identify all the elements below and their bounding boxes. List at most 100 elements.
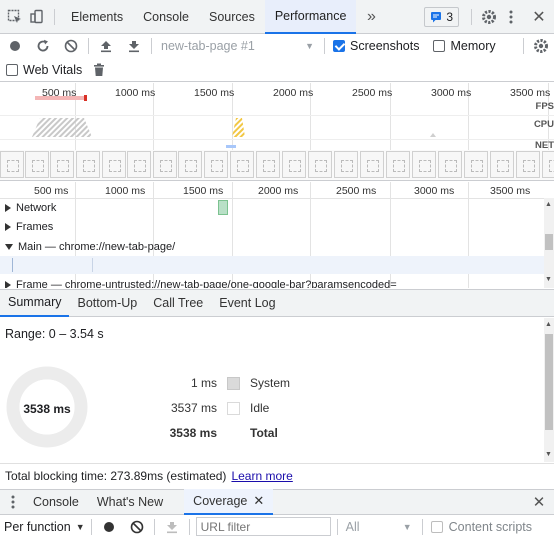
toolbar-divider <box>336 518 338 535</box>
screenshot-thumbnail[interactable] <box>102 151 126 178</box>
screenshot-thumbnail[interactable] <box>50 151 74 178</box>
close-devtools-icon[interactable]: ✕ <box>528 6 550 28</box>
overview-ruler-label: 2500 ms <box>352 87 393 99</box>
load-profile-upload-icon[interactable] <box>95 35 117 57</box>
drawer-tab-coverage[interactable]: Coverage ✕ <box>184 489 274 515</box>
screenshot-thumbnail[interactable] <box>334 151 358 178</box>
blocking-time-bar: Total blocking time: 273.89ms (estimated… <box>0 463 554 487</box>
timeline-ruler-label: 500 ms <box>34 185 69 197</box>
expand-triangle-icon <box>5 280 11 288</box>
legend-value: 1 ms <box>190 376 217 390</box>
tab-elements[interactable]: Elements <box>61 0 133 34</box>
timeline-ruler-label: 2000 ms <box>258 185 299 197</box>
screenshot-thumbnail[interactable] <box>256 151 280 178</box>
capture-settings-gear-icon[interactable] <box>530 35 552 57</box>
tab-call-tree[interactable]: Call Tree <box>145 289 211 317</box>
flame-chart-scrollbar[interactable]: ▲ ▼ <box>544 198 554 288</box>
close-drawer-icon[interactable]: ✕ <box>528 491 550 513</box>
tab-event-log[interactable]: Event Log <box>211 289 283 317</box>
screenshot-thumbnail[interactable] <box>308 151 332 178</box>
issues-badge[interactable]: 3 <box>424 6 459 27</box>
device-toolbar-icon[interactable] <box>26 6 48 28</box>
content-scripts-label: Content scripts <box>448 519 533 534</box>
screenshot-thumbnail[interactable] <box>464 151 488 178</box>
timeline-overview[interactable]: 500 ms 1000 ms 1500 ms 2000 ms 2500 ms 3… <box>0 83 554 181</box>
content-scripts-checkbox[interactable] <box>430 520 443 533</box>
per-function-select[interactable]: Per function ▼ <box>4 520 85 534</box>
screenshot-thumbnail[interactable] <box>230 151 254 178</box>
screenshot-thumbnail[interactable] <box>204 151 228 178</box>
screenshot-thumbnail[interactable] <box>438 151 462 178</box>
inspect-element-icon[interactable] <box>4 6 26 28</box>
toolbar-divider <box>88 38 89 54</box>
flame-chart[interactable]: 500 ms 1000 ms 1500 ms 2000 ms 2500 ms 3… <box>0 182 554 288</box>
settings-gear-icon[interactable] <box>478 6 500 28</box>
record-icon[interactable] <box>4 35 26 57</box>
memory-checkbox[interactable] <box>433 40 446 52</box>
screenshot-thumbnail[interactable] <box>490 151 514 178</box>
scroll-up-arrow-icon[interactable]: ▲ <box>545 321 552 328</box>
toolbar-divider <box>153 518 155 535</box>
learn-more-link[interactable]: Learn more <box>231 469 292 483</box>
issues-message-icon <box>431 11 442 22</box>
drawer-tab-whats-new[interactable]: What's New <box>88 489 172 515</box>
drawer-tab-coverage-label: Coverage <box>193 494 248 508</box>
screenshot-thumbnail[interactable] <box>76 151 100 178</box>
tab-console[interactable]: Console <box>133 0 199 34</box>
network-request-block[interactable] <box>218 200 228 215</box>
save-profile-download-icon[interactable] <box>123 35 145 57</box>
screenshot-thumbnail[interactable] <box>360 151 384 178</box>
track-frames[interactable]: Frames <box>0 217 544 236</box>
screenshot-thumbnail[interactable] <box>516 151 540 178</box>
screenshot-thumbnail[interactable] <box>25 151 49 178</box>
summary-scrollbar[interactable]: ▲ ▼ <box>544 318 554 462</box>
main-task-marker[interactable] <box>92 258 93 272</box>
start-instrumenting-record-icon[interactable] <box>98 516 120 537</box>
drawer-menu-kebab-icon[interactable] <box>2 491 24 513</box>
screenshot-thumbnail[interactable] <box>127 151 151 178</box>
profile-select-value: new-tab-page #1 <box>161 39 255 53</box>
scroll-down-arrow-icon[interactable]: ▼ <box>545 451 552 458</box>
tab-summary[interactable]: Summary <box>0 289 70 317</box>
track-main[interactable]: Main — chrome://new-tab-page/ <box>0 237 544 256</box>
track-label: Network <box>16 201 57 214</box>
details-tabbar: Summary Bottom-Up Call Tree Event Log <box>0 289 554 317</box>
legend-swatch <box>227 401 240 415</box>
scroll-thumb[interactable] <box>545 234 553 250</box>
tab-bottom-up[interactable]: Bottom-Up <box>69 289 145 317</box>
screenshot-thumbnail[interactable] <box>542 151 554 178</box>
screenshot-thumbnail[interactable] <box>282 151 306 178</box>
clear-coverage-icon[interactable] <box>126 516 148 537</box>
screenshot-thumbnail[interactable] <box>386 151 410 178</box>
clear-icon[interactable] <box>60 35 82 57</box>
screenshot-thumbnail[interactable] <box>412 151 436 178</box>
tab-performance[interactable]: Performance <box>264 0 357 34</box>
timeline-ruler-label: 1500 ms <box>183 185 224 197</box>
scroll-down-arrow-icon[interactable]: ▼ <box>545 276 552 283</box>
close-tab-icon[interactable]: ✕ <box>253 493 264 509</box>
main-task-marker[interactable] <box>12 258 13 272</box>
performance-toolbar-row-2: Web Vitals <box>0 58 554 82</box>
track-frame-subframe[interactable]: Frame — chrome-untrusted://new-tab-page/… <box>0 275 544 288</box>
reload-record-icon[interactable] <box>32 35 54 57</box>
type-filter-select[interactable]: All ▼ <box>344 520 416 534</box>
url-filter-input[interactable] <box>195 517 331 536</box>
profile-select[interactable]: new-tab-page #1 ▼ <box>158 39 318 53</box>
more-options-kebab-icon[interactable] <box>500 6 522 28</box>
screenshot-thumbnail[interactable] <box>153 151 177 178</box>
drawer-tab-console[interactable]: Console <box>24 489 88 515</box>
legend-row-idle: 3537 ms Idle <box>130 401 269 415</box>
export-download-icon[interactable] <box>161 516 183 537</box>
collect-garbage-trash-icon[interactable] <box>88 59 110 81</box>
more-tabs-chevron-icon[interactable]: » <box>360 6 382 28</box>
web-vitals-checkbox[interactable] <box>6 63 18 76</box>
screenshot-thumbnail[interactable] <box>0 151 24 178</box>
screenshots-checkbox[interactable] <box>333 40 345 52</box>
tab-sources[interactable]: Sources <box>199 0 265 34</box>
type-filter-value: All <box>345 519 360 534</box>
screenshot-thumbnail[interactable] <box>178 151 202 178</box>
track-network[interactable]: Network <box>0 198 544 217</box>
scroll-up-arrow-icon[interactable]: ▲ <box>545 201 552 208</box>
scroll-thumb[interactable] <box>545 334 553 430</box>
toolbar-divider <box>151 38 152 54</box>
